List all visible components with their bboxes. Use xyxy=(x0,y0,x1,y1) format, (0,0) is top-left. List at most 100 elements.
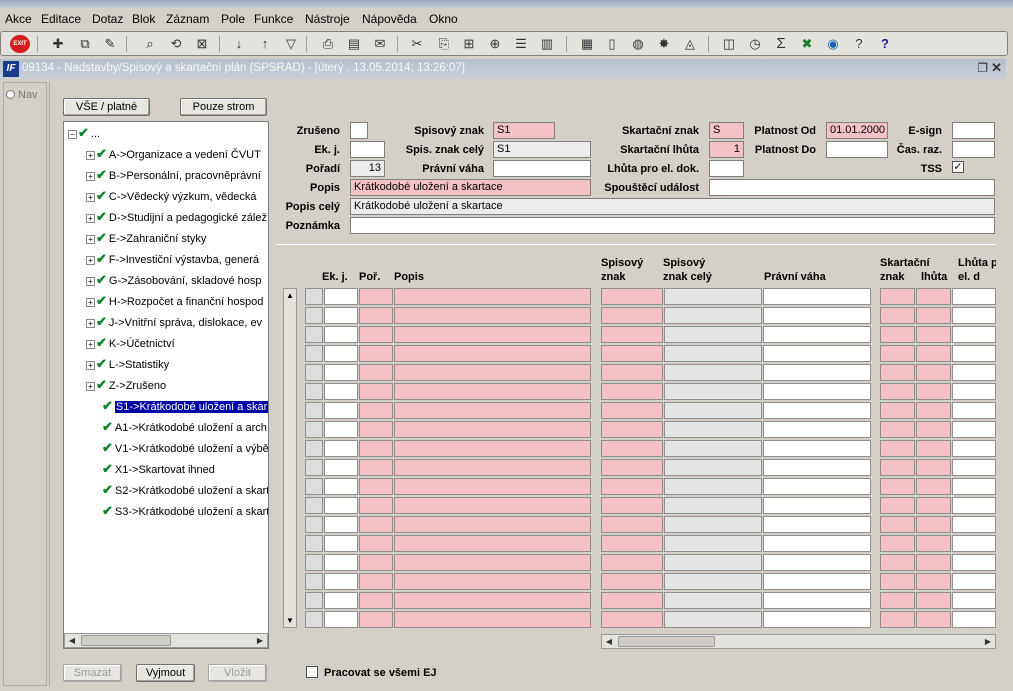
cell-por[interactable] xyxy=(359,516,393,533)
menu-zaznam[interactable]: Záznam xyxy=(166,12,209,26)
scroll-down-icon[interactable]: ▼ xyxy=(284,614,296,627)
cell-lhuta[interactable] xyxy=(916,383,951,400)
cell-lhuta[interactable] xyxy=(916,307,951,324)
excel-icon[interactable]: ✖ xyxy=(798,35,816,53)
cell-spisovy-znak[interactable] xyxy=(601,383,663,400)
cell-pravni-vaha[interactable] xyxy=(763,611,871,628)
lhuta-el-field[interactable] xyxy=(709,160,744,177)
cell-lhuta-el[interactable] xyxy=(952,497,996,514)
cell-pravni-vaha[interactable] xyxy=(763,554,871,571)
row-selector[interactable] xyxy=(305,459,323,476)
row-selector[interactable] xyxy=(305,497,323,514)
cell-por[interactable] xyxy=(359,554,393,571)
cell-ekj[interactable] xyxy=(324,611,358,628)
sort-asc-icon[interactable]: ↓ xyxy=(230,35,248,53)
cell-por[interactable] xyxy=(359,326,393,343)
cell-lhuta-el[interactable] xyxy=(952,364,996,381)
cell-spisovy-znak-cely[interactable] xyxy=(664,345,762,362)
cell-lhuta[interactable] xyxy=(916,345,951,362)
cell-pravni-vaha[interactable] xyxy=(763,497,871,514)
tree-root[interactable]: − ✔... xyxy=(68,124,100,142)
cell-lhuta[interactable] xyxy=(916,288,951,305)
cell-lhuta[interactable] xyxy=(916,326,951,343)
scroll-right-icon[interactable]: ▶ xyxy=(981,635,995,648)
cell-spisovy-znak-cely[interactable] xyxy=(664,421,762,438)
new-record-icon[interactable]: ✚ xyxy=(49,35,67,53)
clock-icon[interactable]: ◷ xyxy=(746,35,764,53)
cell-spisovy-znak[interactable] xyxy=(601,364,663,381)
menu-napoveda[interactable]: Nápověda xyxy=(362,12,417,26)
cell-pravni-vaha[interactable] xyxy=(763,307,871,324)
grid-hscrollbar[interactable]: ◀ ▶ xyxy=(601,634,996,649)
paste-icon[interactable]: ⊞ xyxy=(460,35,478,53)
cell-popis[interactable] xyxy=(394,307,591,324)
cell-popis[interactable] xyxy=(394,573,591,590)
copy-icon[interactable]: ⎘ xyxy=(435,35,453,53)
cell-spisovy-znak-cely[interactable] xyxy=(664,535,762,552)
cell-spisovy-znak[interactable] xyxy=(601,478,663,495)
cell-spisovy-znak-cely[interactable] xyxy=(664,554,762,571)
cell-popis[interactable] xyxy=(394,345,591,362)
list-icon[interactable]: ☰ xyxy=(512,35,530,53)
cell-lhuta[interactable] xyxy=(916,592,951,609)
cell-skartacni-znak[interactable] xyxy=(880,573,915,590)
spis-znak-cely-field[interactable]: S1 xyxy=(493,141,591,158)
cell-por[interactable] xyxy=(359,497,393,514)
delete-button[interactable]: Smazat xyxy=(63,664,122,682)
menu-okno[interactable]: Okno xyxy=(429,12,458,26)
cell-spisovy-znak[interactable] xyxy=(601,326,663,343)
cell-spisovy-znak-cely[interactable] xyxy=(664,383,762,400)
cell-lhuta[interactable] xyxy=(916,516,951,533)
cell-por[interactable] xyxy=(359,573,393,590)
cell-lhuta-el[interactable] xyxy=(952,592,996,609)
cell-por[interactable] xyxy=(359,478,393,495)
cell-lhuta-el[interactable] xyxy=(952,345,996,362)
cell-por[interactable] xyxy=(359,611,393,628)
menu-akce[interactable]: Akce xyxy=(5,12,32,26)
tree-child-item[interactable]: ✔ S2->Krátkodobé uložení a skart xyxy=(102,481,268,499)
cell-spisovy-znak-cely[interactable] xyxy=(664,611,762,628)
cell-spisovy-znak-cely[interactable] xyxy=(664,573,762,590)
cell-pravni-vaha[interactable] xyxy=(763,478,871,495)
row-selector[interactable] xyxy=(305,288,323,305)
cell-skartacni-znak[interactable] xyxy=(880,326,915,343)
cell-skartacni-znak[interactable] xyxy=(880,497,915,514)
cell-pravni-vaha[interactable] xyxy=(763,573,871,590)
row-selector[interactable] xyxy=(305,307,323,324)
row-selector[interactable] xyxy=(305,573,323,590)
cell-spisovy-znak-cely[interactable] xyxy=(664,402,762,419)
cell-popis[interactable] xyxy=(394,326,591,343)
skartacni-znak-field[interactable]: S xyxy=(709,122,744,139)
expand-icon[interactable]: + xyxy=(86,255,95,265)
cut-icon[interactable]: ✂ xyxy=(408,35,426,53)
cell-lhuta[interactable] xyxy=(916,421,951,438)
cell-por[interactable] xyxy=(359,592,393,609)
scroll-thumb[interactable] xyxy=(618,636,715,647)
cell-lhuta-el[interactable] xyxy=(952,383,996,400)
cell-popis[interactable] xyxy=(394,535,591,552)
browser-icon[interactable]: ◉ xyxy=(824,35,842,53)
scroll-right-icon[interactable]: ▶ xyxy=(253,634,267,647)
cell-por[interactable] xyxy=(359,421,393,438)
cell-ekj[interactable] xyxy=(324,421,358,438)
cell-popis[interactable] xyxy=(394,288,591,305)
platnost-od-field[interactable]: 01.01.2000 xyxy=(826,122,888,139)
cell-ekj[interactable] xyxy=(324,459,358,476)
row-selector[interactable] xyxy=(305,345,323,362)
zruseno-field[interactable] xyxy=(350,122,368,139)
cell-pravni-vaha[interactable] xyxy=(763,383,871,400)
cell-spisovy-znak-cely[interactable] xyxy=(664,497,762,514)
cell-por[interactable] xyxy=(359,364,393,381)
cell-ekj[interactable] xyxy=(324,345,358,362)
cell-ekj[interactable] xyxy=(324,402,358,419)
cell-por[interactable] xyxy=(359,345,393,362)
execute-query-icon[interactable]: ⟲ xyxy=(167,35,185,53)
cell-por[interactable] xyxy=(359,383,393,400)
cell-lhuta-el[interactable] xyxy=(952,307,996,324)
menu-funkce[interactable]: Funkce xyxy=(254,12,293,26)
cell-popis[interactable] xyxy=(394,421,591,438)
cell-lhuta-el[interactable] xyxy=(952,573,996,590)
cell-skartacni-znak[interactable] xyxy=(880,402,915,419)
cell-lhuta-el[interactable] xyxy=(952,478,996,495)
cell-lhuta-el[interactable] xyxy=(952,554,996,571)
